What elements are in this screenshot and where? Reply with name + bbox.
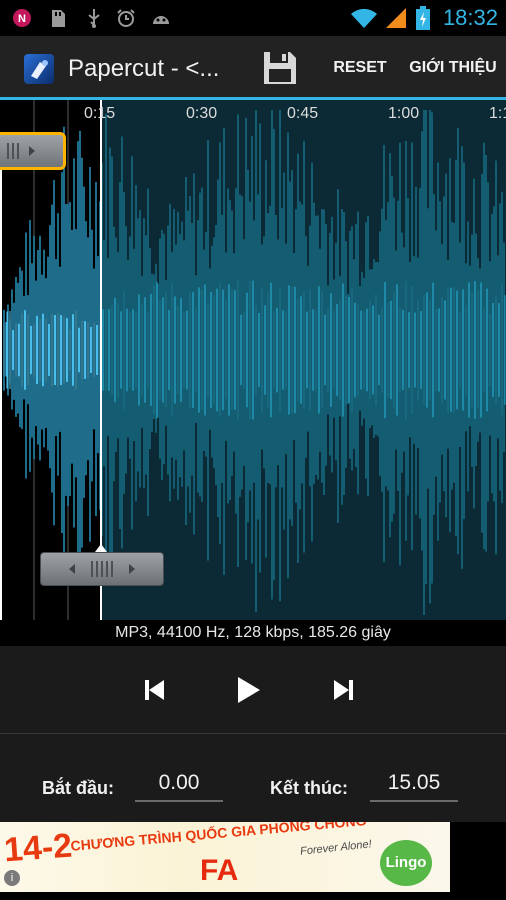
start-label: Bắt đầu: (42, 778, 114, 798)
ad-banner[interactable]: 14-2 CHƯƠNG TRÌNH QUỐC GIA PHÒNG CHỐNG F… (0, 822, 450, 892)
about-button[interactable]: GIỚI THIỆU (404, 56, 502, 80)
grip-line (96, 561, 98, 577)
svg-text:N: N (18, 13, 26, 25)
skip-next-icon (334, 680, 353, 700)
time-label: 1:00 (388, 105, 420, 122)
arrow-right-icon (29, 146, 35, 156)
ad-highlight: FA (200, 854, 239, 887)
action-bar: Papercut - <... RESET GIỚI THIỆU (0, 36, 506, 100)
waveform (0, 100, 506, 620)
sd-card-icon (48, 8, 68, 28)
status-bar: N 18:32 (0, 0, 506, 36)
grip-line (7, 143, 9, 159)
waveform-view[interactable]: 0:15 0:30 0:45 1:00 1:1 (0, 100, 506, 620)
ad-brand-logo: Lingo (380, 840, 432, 886)
playback-controls (0, 646, 506, 734)
grip-line (101, 561, 103, 577)
wifi-icon (350, 8, 378, 28)
next-button[interactable] (326, 672, 362, 708)
end-label: Kết thúc: (270, 778, 348, 798)
ad-info-icon[interactable]: i (4, 870, 20, 886)
grip-line (106, 561, 108, 577)
file-info: MP3, 44100 Hz, 128 kbps, 185.26 giây (0, 620, 506, 646)
android-debug-icon (150, 8, 170, 28)
grip-line (12, 143, 14, 159)
status-clock: 18:32 (442, 5, 498, 30)
skip-previous-icon (145, 680, 164, 700)
end-marker-handle[interactable] (40, 552, 164, 586)
usb-icon (84, 8, 104, 28)
save-button[interactable] (262, 50, 298, 86)
app-icon[interactable] (24, 54, 54, 84)
app-notification-icon: N (12, 8, 32, 28)
time-label: 0:45 (287, 105, 319, 122)
grip-line (91, 561, 93, 577)
signal-icon (384, 8, 408, 28)
time-label: 0:15 (84, 105, 116, 122)
grip-line (17, 143, 19, 159)
start-marker-handle[interactable] (0, 132, 66, 170)
start-time-field[interactable]: 0.00 (135, 768, 223, 802)
play-icon (238, 677, 260, 703)
previous-button[interactable] (136, 672, 172, 708)
time-label: 1:1 (489, 105, 506, 122)
app-title: Papercut - <... (68, 55, 220, 82)
floppy-disk-icon (264, 52, 296, 84)
battery-charging-icon (414, 6, 432, 30)
selection-times: Bắt đầu: 0.00 Kết thúc: 15.05 (0, 734, 506, 822)
ad-tagline: Forever Alone! (299, 838, 373, 858)
grip-line (111, 561, 113, 577)
end-time-field[interactable]: 15.05 (370, 768, 458, 802)
arrow-right-icon (129, 564, 135, 574)
arrow-left-icon (69, 564, 75, 574)
reset-button[interactable]: RESET (326, 56, 394, 80)
play-button[interactable] (230, 672, 266, 708)
ad-date: 14-2 (2, 826, 74, 870)
alarm-icon (116, 8, 136, 28)
time-label: 0:30 (186, 105, 218, 122)
